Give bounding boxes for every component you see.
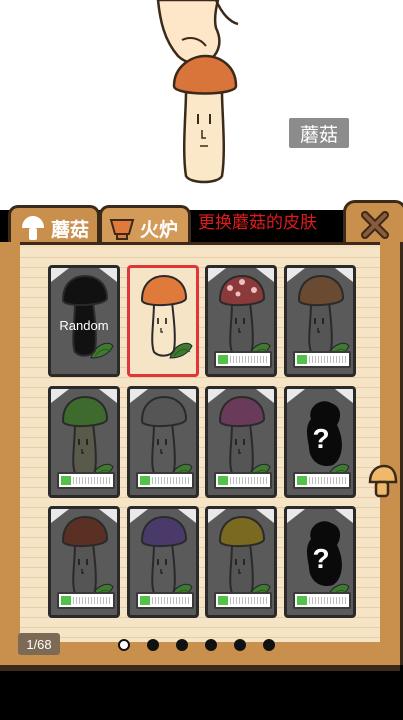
close-x-icon [361, 211, 389, 239]
skin-card[interactable] [205, 265, 277, 377]
tab-mushroom-label: 蘑菇 [51, 219, 90, 241]
skin-card[interactable]: Random [48, 265, 120, 377]
page-dot[interactable] [176, 639, 188, 651]
skin-card[interactable]: ? [284, 386, 356, 498]
progress-ticks [230, 356, 268, 363]
unlock-progress-fill [140, 596, 150, 605]
mushroom-name-badge: 蘑菇 [289, 118, 349, 148]
mushroom-skin-icon [140, 274, 193, 359]
progress-ticks [230, 597, 268, 604]
page-dot[interactable] [263, 639, 275, 651]
skin-card[interactable] [48, 386, 120, 498]
random-label: Random [59, 318, 109, 333]
progress-ticks [230, 477, 268, 484]
page-dot[interactable] [118, 639, 130, 651]
unlock-progress-fill [61, 476, 71, 485]
page-dot[interactable] [205, 639, 217, 651]
skin-card[interactable] [127, 506, 199, 618]
progress-ticks [73, 477, 111, 484]
unlock-progress-bar [57, 472, 115, 489]
unlock-progress-bar [136, 472, 194, 489]
mushroom-preview-icon [172, 54, 238, 184]
page-dot[interactable] [147, 639, 159, 651]
unlock-progress-fill [297, 476, 307, 485]
progress-ticks [73, 597, 111, 604]
unlock-progress-fill [218, 355, 228, 364]
unlock-progress-bar [214, 351, 272, 368]
locked-question-mark: ? [312, 423, 330, 454]
unlock-progress-fill [297, 596, 307, 605]
tab-stove-label: 火炉 [140, 219, 179, 241]
preview-area: 蘑菇 [0, 0, 403, 210]
skin-card[interactable] [127, 265, 199, 377]
locked-question-mark: ? [312, 543, 330, 574]
mushroom-icon [22, 216, 44, 240]
unlock-progress-bar [136, 592, 194, 609]
progress-ticks [309, 477, 347, 484]
unlock-progress-fill [218, 476, 228, 485]
board-frame-left [0, 242, 20, 665]
unlock-progress-fill [140, 476, 150, 485]
close-button[interactable] [343, 200, 403, 247]
skin-card[interactable] [205, 506, 277, 618]
unlock-progress-fill [61, 596, 71, 605]
pot-icon [109, 219, 135, 240]
progress-ticks [152, 477, 190, 484]
progress-ticks [309, 356, 347, 363]
pagination-dots [118, 639, 275, 653]
skin-card[interactable] [48, 506, 120, 618]
page-indicator: 1/68 [18, 633, 60, 655]
unlock-progress-bar [293, 472, 351, 489]
unlock-progress-fill [218, 596, 228, 605]
skin-card[interactable] [284, 265, 356, 377]
skin-card[interactable]: ? [284, 506, 356, 618]
change-skin-hint: 更换蘑菇的皮肤 [198, 213, 317, 232]
unlock-progress-bar [293, 592, 351, 609]
skin-card[interactable] [127, 386, 199, 498]
page-dot[interactable] [234, 639, 246, 651]
board-frame-right [380, 242, 403, 665]
unlock-progress-bar [293, 351, 351, 368]
unlock-progress-bar [57, 592, 115, 609]
mushroom-handle-icon[interactable] [362, 462, 398, 500]
unlock-progress-bar [214, 472, 272, 489]
unlock-progress-fill [297, 355, 307, 364]
unlock-progress-bar [214, 592, 272, 609]
progress-ticks [309, 597, 347, 604]
skin-card[interactable] [205, 386, 277, 498]
progress-ticks [152, 597, 190, 604]
